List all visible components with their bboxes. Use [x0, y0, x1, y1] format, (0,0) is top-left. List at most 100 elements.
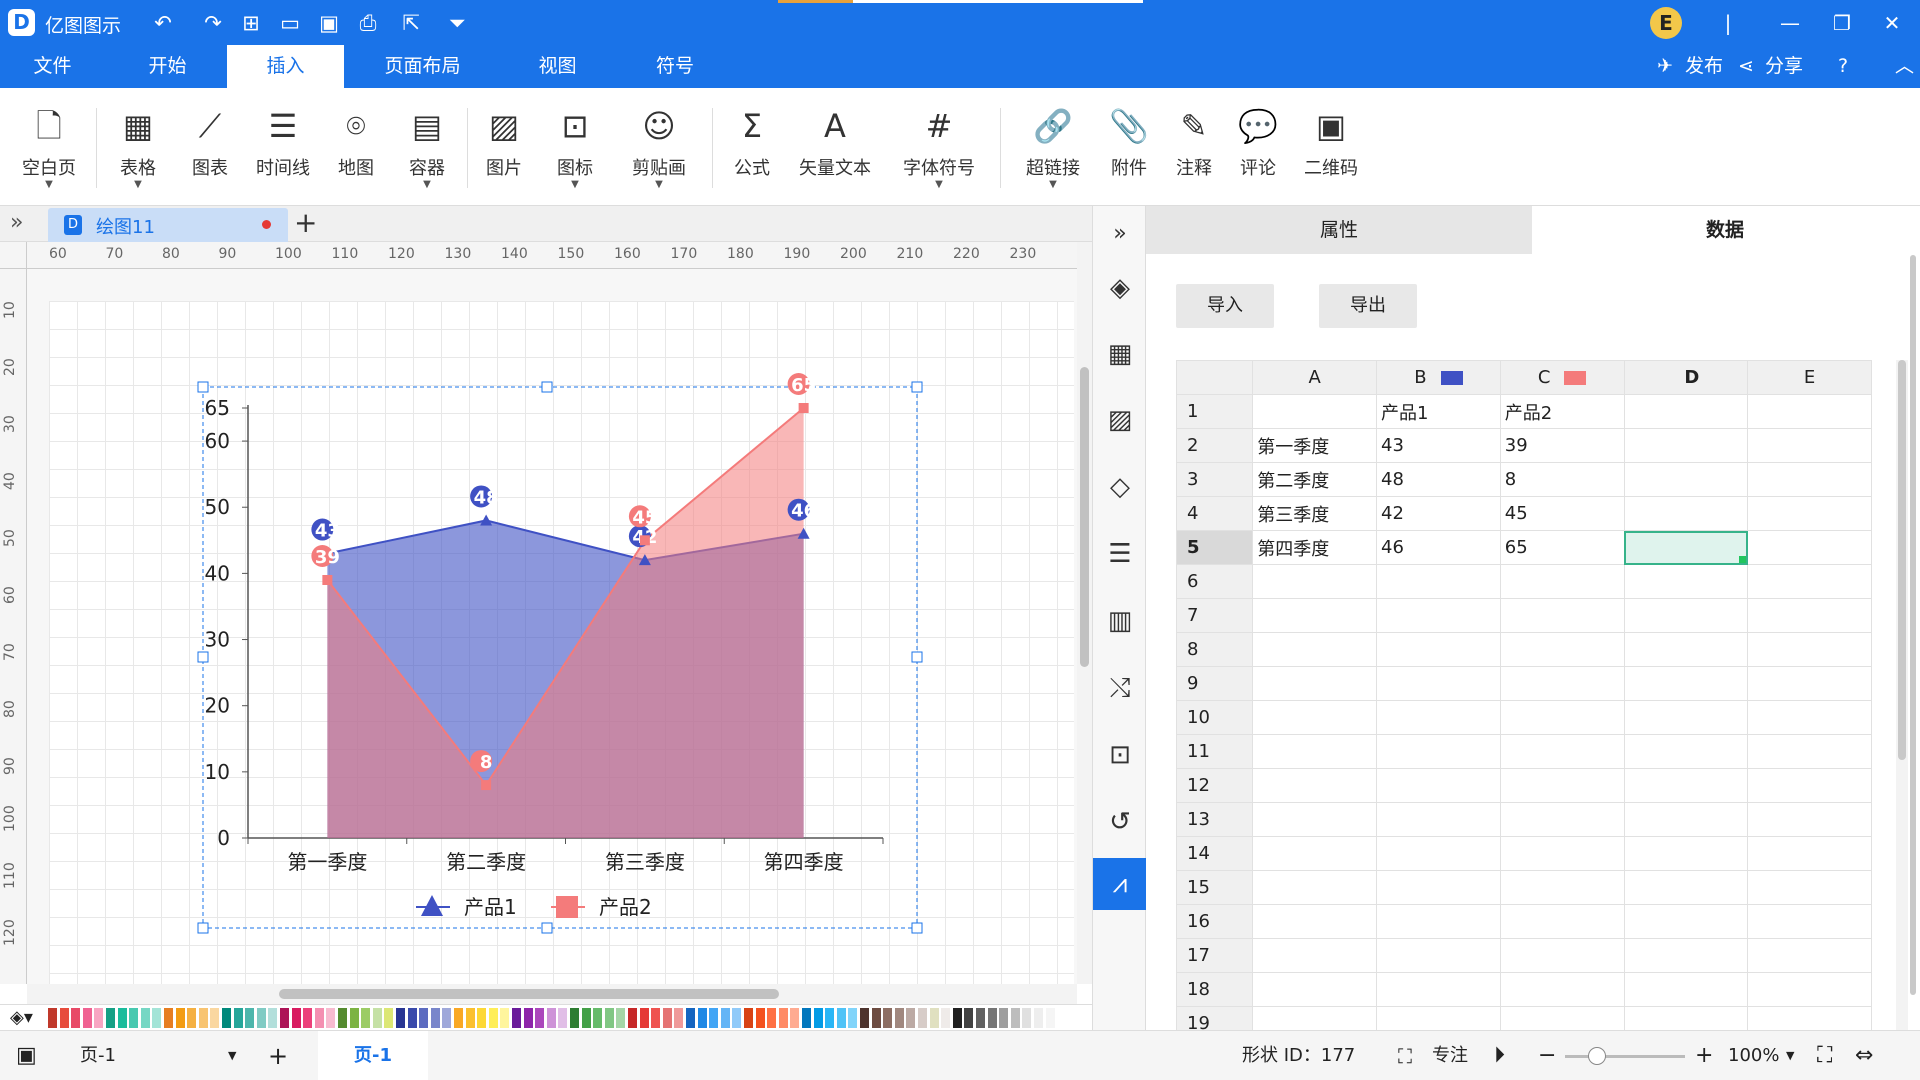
palette-swatch[interactable]	[314, 1008, 324, 1028]
palette-swatch[interactable]	[1034, 1008, 1043, 1028]
row-header[interactable]: 15	[1175, 870, 1254, 905]
palette-swatch[interactable]	[361, 1008, 371, 1028]
palette-swatch[interactable]	[106, 1008, 115, 1028]
grid-cell[interactable]	[1376, 938, 1501, 973]
zoom-slider[interactable]	[1565, 1055, 1685, 1058]
grid-cell[interactable]: 45	[1499, 496, 1625, 531]
palette-swatch[interactable]	[488, 1008, 498, 1028]
palette-swatch[interactable]	[778, 1008, 788, 1028]
palette-swatch[interactable]	[48, 1008, 57, 1028]
grid-cell[interactable]	[1499, 972, 1625, 1007]
row-header[interactable]: 4	[1175, 496, 1254, 531]
series-color-swatch[interactable]	[1564, 371, 1587, 385]
series-color-swatch[interactable]	[1440, 371, 1463, 385]
palette-swatch[interactable]	[222, 1008, 231, 1028]
grid-cell[interactable]	[1252, 666, 1378, 701]
grid-cell[interactable]	[1623, 768, 1749, 803]
menu-tab-symbol[interactable]: 符号	[625, 45, 725, 88]
column-header-c[interactable]: C	[1499, 360, 1625, 395]
palette-swatch[interactable]	[674, 1008, 684, 1028]
grid-cell[interactable]	[1376, 700, 1501, 735]
grid-cell[interactable]	[1623, 496, 1749, 531]
palette-swatch[interactable]	[500, 1008, 510, 1028]
grid-cell[interactable]	[1623, 428, 1749, 463]
ribbon-annotation-button[interactable]: ✎ 注释	[1164, 102, 1224, 192]
grid-cell[interactable]	[1252, 836, 1378, 871]
grid-cell[interactable]	[1747, 870, 1872, 905]
grid-cell[interactable]	[1252, 870, 1378, 905]
zoom-caret-icon[interactable]: ▼	[1786, 1031, 1794, 1080]
palette-swatch[interactable]	[860, 1008, 869, 1028]
presentation-icon[interactable]: ⊡	[1093, 729, 1147, 781]
palette-swatch[interactable]	[175, 1008, 185, 1028]
grid-cell[interactable]	[1376, 666, 1501, 701]
add-page-button[interactable]: +	[268, 1031, 288, 1080]
ribbon-blank-page-button[interactable]: 🗋 空白页 ▼	[14, 102, 84, 192]
grid-cell[interactable]: 42	[1376, 496, 1501, 531]
grid-cell[interactable]	[1623, 700, 1749, 735]
palette-swatch[interactable]	[372, 1008, 382, 1028]
palette-swatch[interactable]	[535, 1008, 545, 1028]
grid-cell[interactable]	[1623, 564, 1749, 599]
palette-swatch[interactable]	[303, 1008, 313, 1028]
row-header[interactable]: 11	[1175, 734, 1254, 769]
chart-data-icon[interactable]: ⩘	[1093, 858, 1147, 910]
palette-swatch[interactable]	[512, 1008, 521, 1028]
palette-swatch[interactable]	[709, 1008, 719, 1028]
tab-properties[interactable]: 属性	[1146, 206, 1532, 254]
menu-tab-page-layout[interactable]: 页面布局	[360, 45, 485, 88]
grid-corner[interactable]	[1175, 360, 1254, 395]
palette-swatch[interactable]	[198, 1008, 208, 1028]
ribbon-icon-button[interactable]: ⊡ 图标 ▼	[545, 102, 605, 192]
ribbon-formula-button[interactable]: Σ 公式	[722, 102, 782, 192]
page-panel-icon[interactable]: ☰	[1093, 528, 1147, 580]
grid-cell[interactable]	[1747, 564, 1872, 599]
menu-tab-home[interactable]: 开始	[110, 45, 225, 88]
panel-outer-scrollbar[interactable]	[1908, 255, 1918, 1015]
grid-cell[interactable]	[1252, 394, 1378, 429]
publish-icon[interactable]: ✈	[1657, 45, 1673, 88]
active-page-tab[interactable]: 页-1	[318, 1031, 428, 1080]
grid-cell[interactable]	[1499, 938, 1625, 973]
palette-swatch[interactable]	[129, 1008, 139, 1028]
palette-swatch[interactable]	[1045, 1008, 1055, 1028]
row-header[interactable]: 8	[1175, 632, 1254, 667]
page-select[interactable]: 页-1	[80, 1031, 116, 1080]
grid-cell[interactable]	[1376, 768, 1501, 803]
grid-cell[interactable]	[1747, 462, 1872, 497]
palette-swatch[interactable]	[720, 1008, 730, 1028]
palette-swatch[interactable]	[338, 1008, 347, 1028]
grid-cell[interactable]	[1252, 700, 1378, 735]
palette-swatch[interactable]	[639, 1008, 649, 1028]
grid-cell[interactable]	[1747, 632, 1872, 667]
row-header[interactable]: 5	[1175, 530, 1254, 565]
undo-icon[interactable]: ↶	[147, 8, 179, 38]
grid-cell[interactable]	[1252, 768, 1378, 803]
palette-swatch[interactable]	[604, 1008, 614, 1028]
palette-swatch[interactable]	[628, 1008, 637, 1028]
ribbon-table-button[interactable]: ▦ 表格 ▼	[108, 102, 168, 192]
publish-button[interactable]: 发布	[1685, 45, 1723, 88]
ribbon-container-button[interactable]: ▤ 容器 ▼	[396, 102, 458, 192]
import-button[interactable]: 导入	[1176, 284, 1274, 328]
grid-cell[interactable]: 48	[1376, 462, 1501, 497]
palette-swatch[interactable]	[326, 1008, 336, 1028]
grid-cell[interactable]	[1499, 564, 1625, 599]
history-icon[interactable]: ↺	[1093, 796, 1147, 848]
image-panel-icon[interactable]: ▨	[1093, 394, 1147, 446]
palette-swatch[interactable]	[976, 1008, 985, 1028]
palette-swatch[interactable]	[848, 1008, 858, 1028]
grid-cell[interactable]	[1747, 496, 1872, 531]
grid-cell[interactable]	[1623, 972, 1749, 1007]
close-icon[interactable]: ✕	[1872, 8, 1912, 38]
help-icon[interactable]: ?	[1838, 45, 1848, 88]
row-header[interactable]: 6	[1175, 564, 1254, 599]
grid-cell[interactable]	[1747, 734, 1872, 769]
drawing-canvas[interactable]: 010203040506065第一季度第二季度第三季度第四季度434842463…	[27, 269, 1077, 984]
grid-cell[interactable]	[1623, 938, 1749, 973]
zoom-in-icon[interactable]: +	[1695, 1031, 1713, 1080]
grid-cell[interactable]: 65	[1499, 530, 1625, 565]
ribbon-hyperlink-button[interactable]: 🔗 超链接 ▼	[1022, 102, 1084, 192]
restore-icon[interactable]: ❐	[1822, 8, 1862, 38]
palette-swatch[interactable]	[662, 1008, 672, 1028]
